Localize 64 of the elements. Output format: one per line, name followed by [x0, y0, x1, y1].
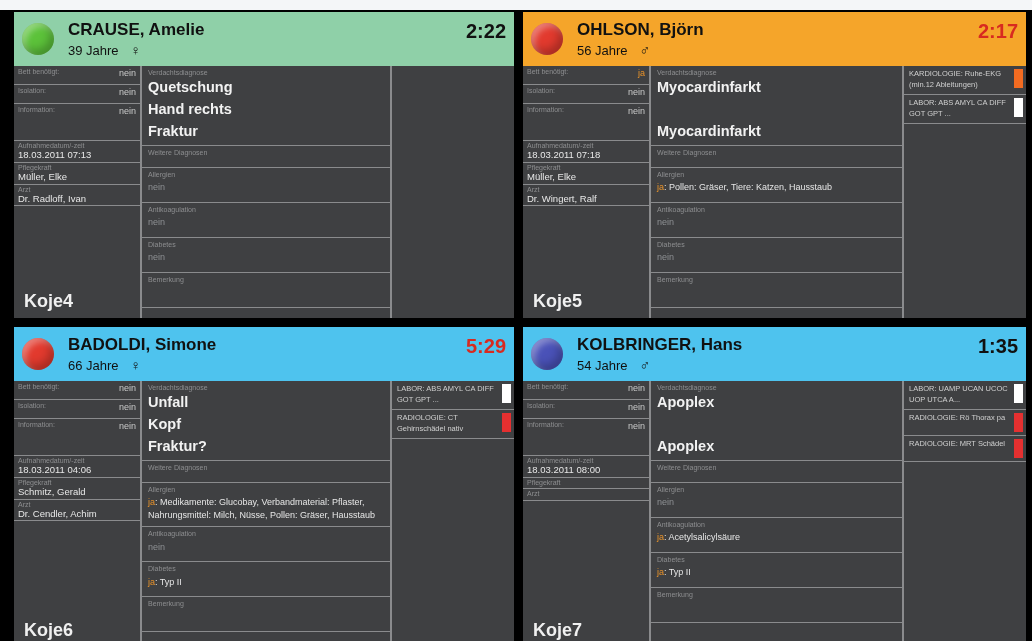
diagnosis: Fraktur? [148, 438, 208, 455]
waiting-time: 2:17 [977, 20, 1018, 43]
bay-label: Koje6 [23, 620, 75, 641]
diagnosis: Apoplex [657, 438, 716, 455]
flag-value: nein [119, 106, 136, 116]
info-value: Dr. Wingert, Ralf [527, 194, 598, 205]
patient-name: OHLSON, Björn [577, 20, 705, 40]
flag-value: ja [638, 68, 645, 78]
section-value: nein [657, 216, 675, 230]
gender-symbol: ♀ [130, 42, 142, 58]
section-value: ja: Typ II [657, 566, 692, 580]
section-value: nein [657, 251, 675, 265]
section-value: nein [148, 540, 166, 554]
flag-value: nein [628, 421, 645, 431]
waiting-time: 2:22 [465, 20, 506, 43]
bay-label: Koje7 [532, 620, 584, 641]
info-value: Dr. Radloff, Ivan [18, 194, 87, 205]
flag-value: nein [628, 106, 645, 116]
section-value: ja: Typ II [148, 575, 183, 589]
info-value: 18.03.2011 04:06 [18, 465, 93, 476]
diagnosis: Fraktur [148, 123, 199, 140]
diagnosis: Unfall [148, 394, 190, 411]
patient-age: 54 Jahre [577, 358, 628, 373]
patient-name: KOLBRINGER, Hans [577, 335, 744, 355]
info-value: 18.03.2011 08:00 [527, 465, 602, 476]
section-value: ja: Medikamente: Glucobay, Verbandmaterial: Pflaster, Nahrungsmittel: Milch, Nüsse, Pollen: Gräser, Hausstaub [148, 496, 377, 523]
info-value: Dr. Cendler, Achim [18, 509, 98, 520]
patient-age: 66 Jahre [68, 358, 119, 373]
section-value: ja: Pollen: Gräser, Tiere: Katzen, Hausstaub [657, 181, 834, 195]
info-value: Müller, Elke [18, 172, 69, 183]
info-value: 18.03.2011 07:18 [527, 150, 602, 161]
section-value: nein [148, 216, 166, 230]
info-value: 18.03.2011 07:13 [18, 150, 93, 161]
flag-value: nein [628, 87, 645, 97]
info-value: Müller, Elke [527, 172, 578, 183]
gender-symbol: ♂ [639, 42, 651, 58]
patient-age: 39 Jahre [68, 43, 119, 58]
diagnosis: Myocardinfarkt [657, 123, 762, 140]
patient-name: CRAUSE, Amelie [68, 20, 206, 40]
flag-value: nein [119, 87, 136, 97]
flag-value: nein [119, 402, 136, 412]
flag-value: nein [119, 421, 136, 431]
diagnosis: Apoplex [657, 394, 716, 411]
diagnosis: Quetschung [148, 79, 234, 96]
flag-value: nein [119, 68, 136, 78]
bay-label: Koje4 [23, 291, 75, 313]
gender-symbol: ♀ [130, 357, 142, 373]
diagnosis: Myocardinfarkt [657, 79, 762, 96]
bay-label: Koje5 [532, 291, 584, 313]
patient-age: 56 Jahre [577, 43, 628, 58]
patient-name: BADOLDI, Simone [68, 335, 218, 355]
diagnosis: Kopf [148, 416, 182, 433]
section-value: nein [657, 496, 675, 510]
flag-value: nein [119, 383, 136, 393]
diagnosis: Hand rechts [148, 101, 233, 118]
waiting-time: 5:29 [465, 335, 506, 358]
gender-symbol: ♂ [639, 357, 651, 373]
section-value: nein [148, 251, 166, 265]
waiting-time: 1:35 [977, 335, 1018, 358]
section-value: ja: Acetylsalicylsäure [657, 531, 742, 545]
flag-value: nein [628, 402, 645, 412]
section-value: nein [148, 181, 166, 195]
info-value: Schmitz, Gerald [18, 487, 87, 498]
flag-value: nein [628, 383, 645, 393]
